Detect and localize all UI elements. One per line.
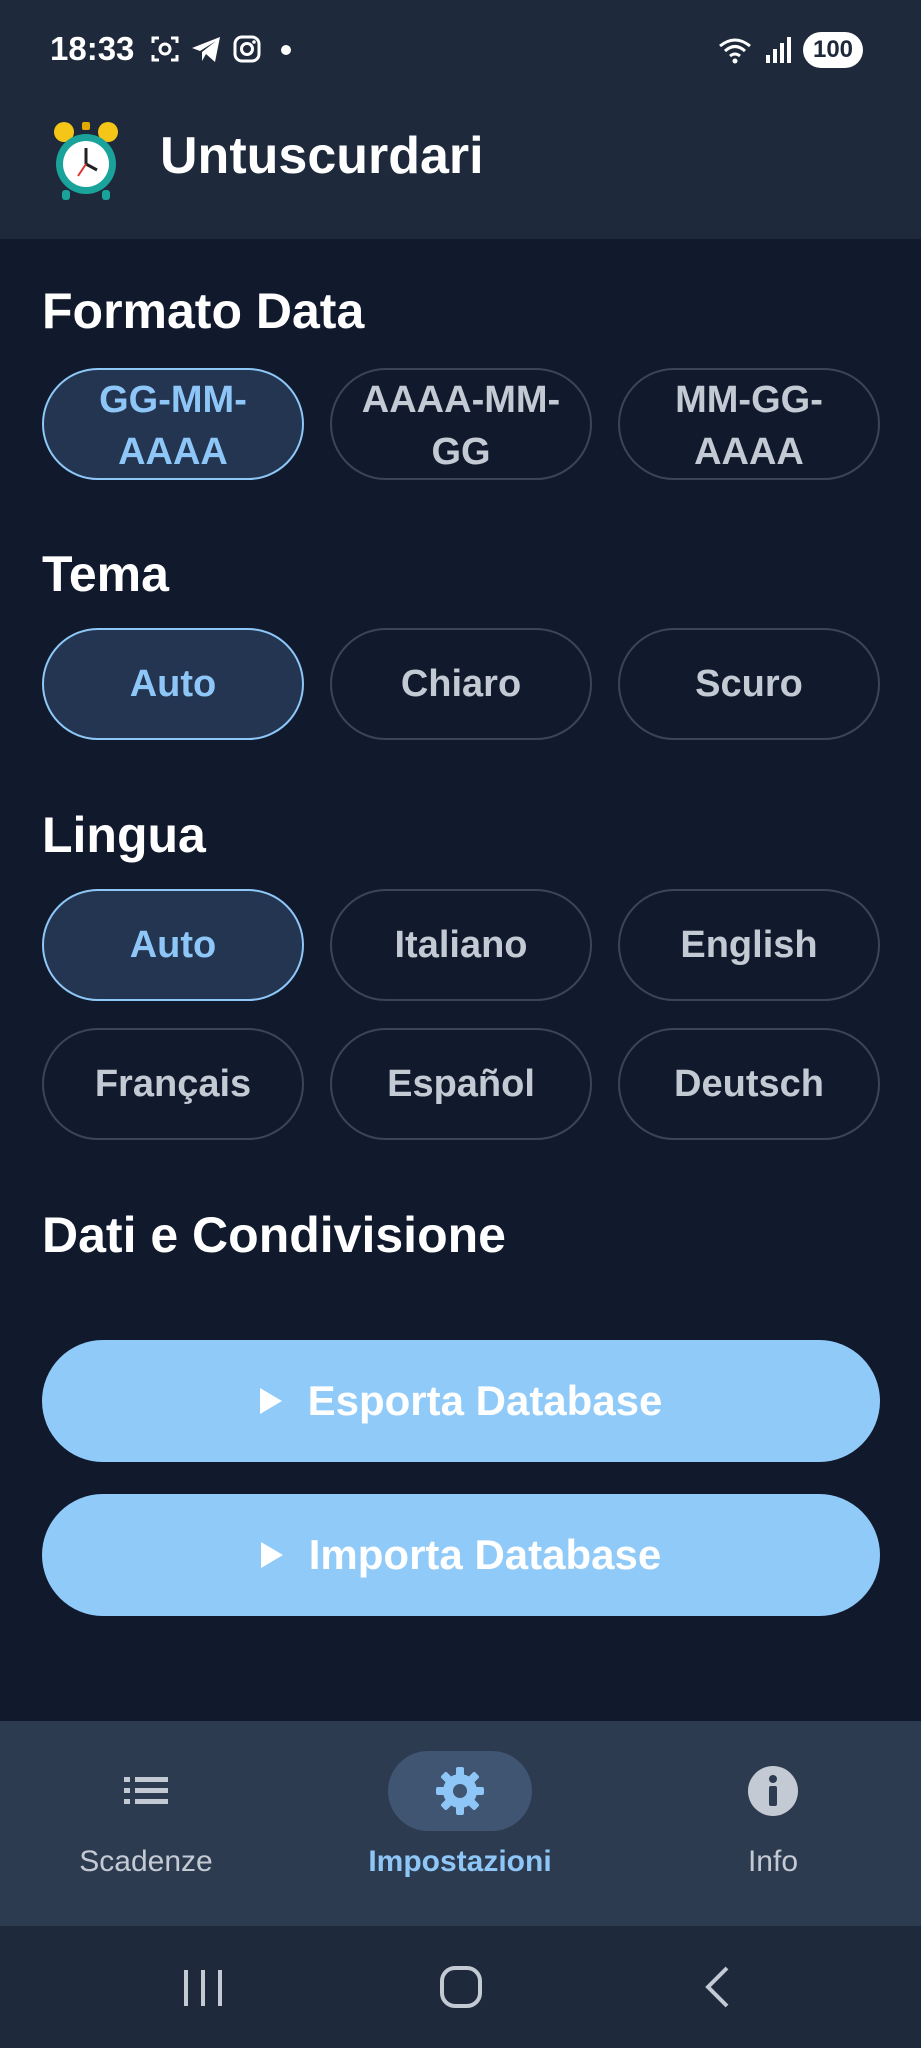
instagram-icon	[233, 35, 261, 63]
nav-item-scadenze[interactable]: Scadenze	[26, 1751, 266, 1901]
theme-option-auto[interactable]: Auto	[42, 628, 304, 740]
recent-apps-icon[interactable]	[180, 1966, 226, 2010]
date-format-option-aaaa-mm-gg[interactable]: AAAA-MM-GG	[330, 368, 592, 480]
import-database-label: Importa Database	[308, 1531, 662, 1578]
nav-icon-container	[74, 1751, 218, 1831]
nav-icon-container	[388, 1751, 532, 1831]
language-option-espanol[interactable]: Español	[330, 1028, 592, 1140]
telegram-icon	[192, 37, 220, 62]
export-database-label: Esporta Database	[307, 1377, 663, 1424]
import-database-button[interactable]: Importa Database	[42, 1494, 880, 1616]
screenshot-icon	[151, 36, 179, 62]
system-navigation-bar	[0, 1926, 921, 2048]
language-option-auto[interactable]: Auto	[42, 889, 304, 1001]
language-option-italiano[interactable]: Italiano	[330, 889, 592, 1001]
bottom-navigation: Scadenze Impostazioni Info	[0, 1721, 921, 1926]
info-icon	[748, 1766, 798, 1816]
play-icon	[260, 1542, 283, 1568]
data-sharing-title: Dati e Condivisione	[42, 1207, 506, 1263]
dot-icon	[281, 45, 291, 55]
gear-icon	[436, 1767, 484, 1815]
status-bar: 18:33 100	[0, 0, 921, 104]
date-format-option-gg-mm-aaaa[interactable]: GG-MM-AAAA	[42, 368, 304, 480]
back-icon[interactable]	[700, 1964, 736, 2010]
date-format-title: Formato Data	[42, 283, 365, 339]
system-status-icons: 100	[717, 32, 863, 68]
nav-item-impostazioni[interactable]: Impostazioni	[340, 1751, 580, 1901]
app-bar: Untuscurdari	[0, 104, 921, 239]
language-title: Lingua	[42, 807, 206, 863]
theme-option-scuro[interactable]: Scuro	[618, 628, 880, 740]
home-icon[interactable]	[438, 1964, 484, 2010]
date-format-option-mm-gg-aaaa[interactable]: MM-GG-AAAA	[618, 368, 880, 480]
nav-label-info: Info	[747, 1845, 799, 1878]
nav-item-info[interactable]: Info	[653, 1751, 893, 1901]
language-option-deutsch[interactable]: Deutsch	[618, 1028, 880, 1140]
nav-label-impostazioni: Impostazioni	[368, 1845, 552, 1878]
theme-title: Tema	[42, 546, 169, 602]
app-title: Untuscurdari	[160, 127, 484, 185]
signal-icon	[766, 37, 791, 63]
play-icon	[259, 1388, 282, 1414]
language-option-francais[interactable]: Français	[42, 1028, 304, 1140]
wifi-icon	[719, 38, 751, 64]
list-icon	[124, 1777, 168, 1804]
battery-indicator: 100	[803, 32, 863, 68]
export-database-button[interactable]: Esporta Database	[42, 1340, 880, 1462]
notification-icons	[150, 34, 296, 64]
status-time: 18:33	[50, 30, 135, 67]
nav-icon-container	[701, 1751, 845, 1831]
nav-label-scadenze: Scadenze	[79, 1845, 213, 1878]
alarm-clock-icon	[54, 122, 118, 200]
theme-option-chiaro[interactable]: Chiaro	[330, 628, 592, 740]
language-option-english[interactable]: English	[618, 889, 880, 1001]
